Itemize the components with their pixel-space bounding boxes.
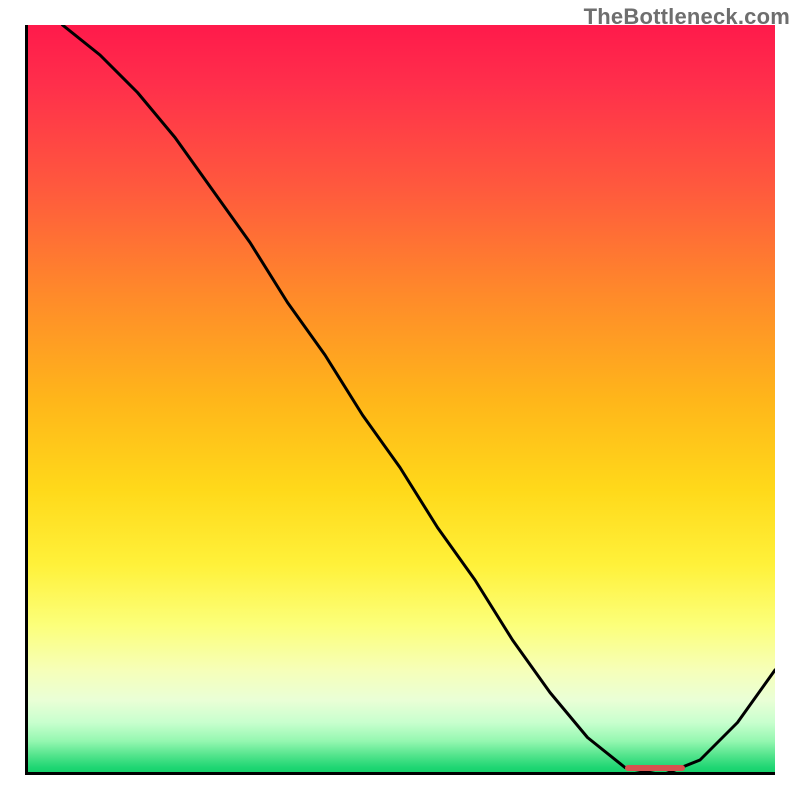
gradient-background xyxy=(25,25,775,775)
plot-area xyxy=(25,25,775,775)
chart-container: TheBottleneck.com xyxy=(0,0,800,800)
optimal-range-marker xyxy=(625,765,685,771)
